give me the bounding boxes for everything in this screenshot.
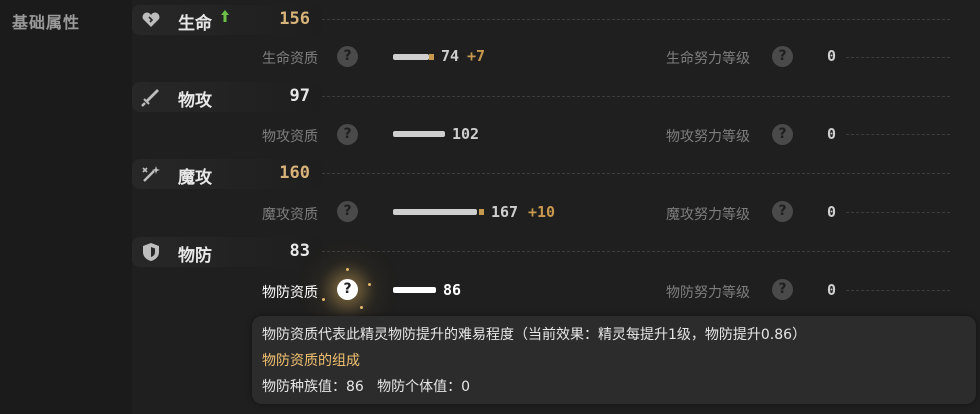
- help-icon[interactable]: ?: [772, 124, 793, 145]
- aptitude-label-hp: 生命资质: [262, 51, 318, 67]
- sparkle: [360, 306, 363, 309]
- sparkle: [346, 268, 349, 271]
- stat-name-hp: 生命: [178, 14, 212, 34]
- stat-row-hp: 生命 156: [132, 5, 322, 35]
- help-icon[interactable]: ?: [337, 201, 358, 222]
- aptitude-bar-hp: [393, 54, 429, 60]
- left-panel: [0, 0, 132, 414]
- effort-value-hp: 0: [827, 47, 837, 65]
- aptitude-label-def: 物防资质: [262, 285, 318, 301]
- aptitude-bar-def: [393, 287, 436, 293]
- aptitude-value-matk: 167: [491, 203, 519, 221]
- divider: [322, 96, 950, 97]
- effort-label-atk: 物攻努力等级: [666, 129, 750, 145]
- divider: [322, 173, 950, 174]
- aptitude-bonus-bar-hp: [429, 54, 434, 60]
- stat-value-atk: 97: [289, 86, 310, 106]
- help-icon[interactable]: ?: [772, 201, 793, 222]
- up-arrow-icon: [221, 10, 229, 22]
- divider: [846, 290, 950, 291]
- tooltip-detail: 物防种族值：86 物防个体值：0: [262, 379, 471, 395]
- help-icon[interactable]: ?: [772, 279, 793, 300]
- shield-icon: [143, 243, 159, 261]
- effort-label-hp: 生命努力等级: [666, 51, 750, 67]
- tooltip-description: 物防资质代表此精灵物防提升的难易程度（当前效果：精灵每提升1级，物防提升0.86…: [262, 327, 807, 343]
- aptitude-tooltip: 物防资质代表此精灵物防提升的难易程度（当前效果：精灵每提升1级，物防提升0.86…: [252, 316, 976, 404]
- divider: [322, 251, 950, 252]
- divider: [846, 134, 950, 135]
- heart-icon: [142, 12, 160, 27]
- effort-label-matk: 魔攻努力等级: [666, 207, 750, 223]
- divider: [322, 19, 950, 20]
- aptitude-bonus-bar-matk: [479, 209, 484, 215]
- stat-value-hp: 156: [279, 9, 310, 29]
- effort-value-matk: 0: [827, 203, 837, 221]
- stat-value-matk: 160: [279, 163, 310, 183]
- effort-label-def: 物防努力等级: [666, 285, 750, 301]
- aptitude-value-def: 86: [443, 281, 462, 299]
- aptitude-bar-matk: [393, 209, 477, 215]
- stat-row-def: 物防 83: [132, 237, 322, 267]
- stat-name-atk: 物攻: [178, 91, 212, 111]
- aptitude-bar-atk: [393, 131, 445, 137]
- stat-name-matk: 魔攻: [178, 168, 212, 188]
- magic-wand-icon: [142, 166, 160, 182]
- aptitude-label-atk: 物攻资质: [262, 129, 318, 145]
- divider: [846, 57, 950, 58]
- divider: [846, 212, 950, 213]
- aptitude-value-hp: 74: [441, 47, 460, 65]
- sparkle: [368, 283, 371, 286]
- aptitude-bonus-hp: +7: [467, 47, 486, 65]
- help-icon[interactable]: ?: [337, 46, 358, 67]
- help-icon[interactable]: ?: [337, 279, 358, 300]
- stat-name-def: 物防: [178, 246, 212, 266]
- aptitude-value-atk: 102: [452, 125, 480, 143]
- effort-value-def: 0: [827, 281, 837, 299]
- aptitude-bonus-matk: +10: [528, 203, 556, 221]
- sword-icon: [141, 89, 159, 107]
- sparkle: [322, 298, 325, 301]
- section-title: 基础属性: [12, 13, 81, 32]
- stat-row-matk: 魔攻 160: [132, 159, 322, 189]
- stat-row-atk: 物攻 97: [132, 82, 322, 112]
- help-icon[interactable]: ?: [337, 124, 358, 145]
- effort-value-atk: 0: [827, 125, 837, 143]
- tooltip-heading: 物防资质的组成: [262, 353, 360, 369]
- help-icon[interactable]: ?: [772, 46, 793, 67]
- aptitude-label-matk: 魔攻资质: [262, 207, 318, 223]
- stat-value-def: 83: [289, 241, 310, 261]
